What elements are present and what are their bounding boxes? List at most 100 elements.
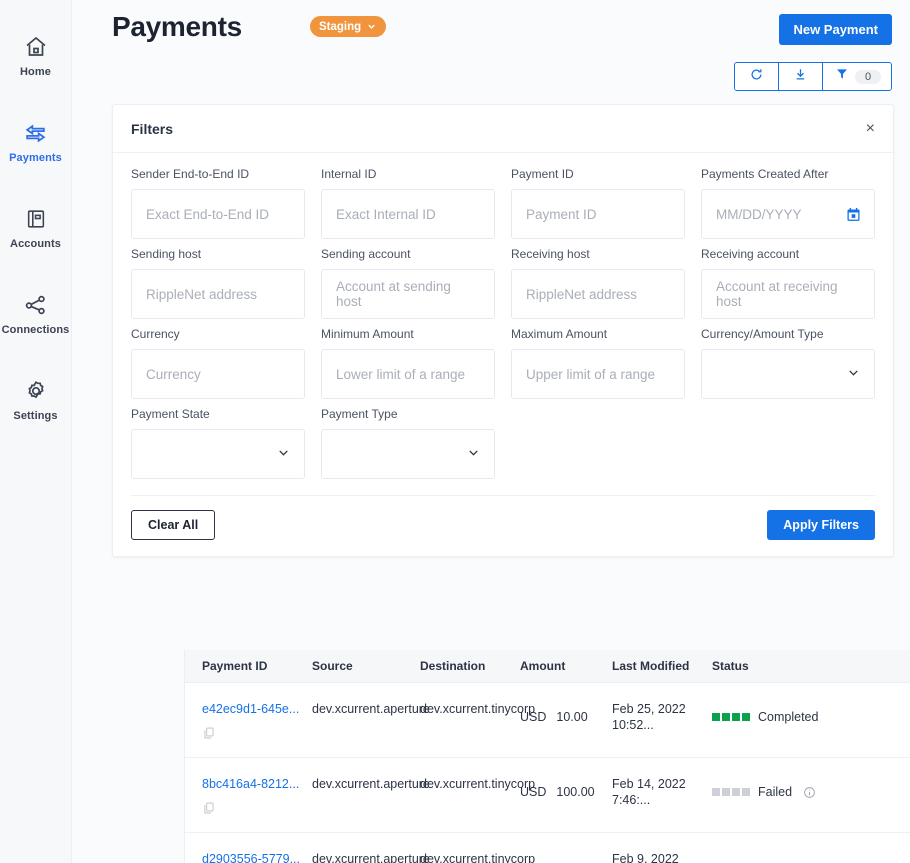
- sidebar-item-connections[interactable]: Connections: [0, 278, 72, 350]
- sending-account-input[interactable]: Account at sending host: [321, 269, 495, 319]
- payment-id-link[interactable]: 8bc416a4-8212...: [202, 777, 299, 791]
- amount-value: 100.00: [556, 785, 595, 799]
- cell-status: Failed: [712, 772, 910, 800]
- payment-type-select[interactable]: [321, 429, 495, 479]
- copy-icon[interactable]: [202, 726, 312, 744]
- internal-id-input[interactable]: Exact Internal ID: [321, 189, 495, 239]
- filter-field-payments-created-after: Payments Created After MM/DD/YYYY: [701, 167, 875, 239]
- filters-footer: Clear All Apply Filters: [131, 495, 875, 556]
- filter-field-currency: Currency Currency: [131, 327, 305, 399]
- sidebar-item-label: Home: [20, 66, 51, 78]
- field-label: Sending account: [321, 247, 411, 261]
- payments-table: Payment ID Source Destination Amount Las…: [184, 650, 910, 863]
- status-pips-icon: [712, 788, 750, 796]
- field-label: Sender End-to-End ID: [131, 167, 250, 181]
- payment-id-link[interactable]: e42ec9d1-645e...: [202, 702, 299, 716]
- sender-end-to-end-id-input[interactable]: Exact End-to-End ID: [131, 189, 305, 239]
- field-label: Payment Type: [321, 407, 398, 421]
- field-label: Payment ID: [511, 167, 574, 181]
- cell-destination: dev.xcurrent.tinycorp: [420, 777, 536, 791]
- sidebar-item-accounts[interactable]: Accounts: [0, 192, 72, 264]
- filters-grid: Sender End-to-End ID Exact End-to-End ID…: [113, 153, 893, 487]
- filter-field-payment-state: Payment State: [131, 407, 305, 479]
- payment-id-link[interactable]: d2903556-5779...: [202, 852, 300, 863]
- maximum-amount-input[interactable]: Upper limit of a range: [511, 349, 685, 399]
- filter-count-badge: 0: [855, 69, 881, 84]
- payment-id-input[interactable]: Payment ID: [511, 189, 685, 239]
- refresh-button[interactable]: [735, 63, 779, 90]
- sidebar-item-label: Connections: [1, 324, 70, 336]
- cell-last-modified: Feb 14, 2022 7:46:...: [612, 772, 712, 808]
- payment-state-select[interactable]: [131, 429, 305, 479]
- filters-panel: Filters × Sender End-to-End ID Exact End…: [112, 104, 894, 557]
- table-row[interactable]: d2903556-5779... dev.xcurrent.aperture d…: [185, 833, 910, 863]
- last-modified-time: 7:46:...: [612, 793, 651, 807]
- book-icon: [23, 206, 49, 232]
- chevron-down-icon: [276, 445, 291, 463]
- home-icon: [23, 34, 49, 60]
- last-modified-time: 10:52...: [612, 718, 654, 732]
- minimum-amount-input[interactable]: Lower limit of a range: [321, 349, 495, 399]
- table-row[interactable]: 8bc416a4-8212... dev.xcurrent.aperture d…: [185, 758, 910, 833]
- currency-amount-type-select[interactable]: [701, 349, 875, 399]
- clear-all-button[interactable]: Clear All: [131, 510, 216, 540]
- page-header: Payments Staging New Payment 0: [72, 0, 910, 98]
- sidebar-item-payments[interactable]: Payments: [0, 106, 72, 178]
- input-placeholder: Account at receiving host: [716, 279, 838, 309]
- environment-badge[interactable]: Staging: [310, 16, 387, 37]
- new-payment-button[interactable]: New Payment: [779, 14, 892, 45]
- cell-payment-id: 8bc416a4-8212...: [202, 772, 312, 819]
- filter-field-sending-account: Sending account Account at sending host: [321, 247, 495, 319]
- table-row[interactable]: e42ec9d1-645e... dev.xcurrent.aperture d…: [185, 683, 910, 758]
- field-label: Maximum Amount: [511, 327, 608, 341]
- payments-created-after-input[interactable]: MM/DD/YYYY: [701, 189, 875, 239]
- cell-destination: dev.xcurrent.tinycorp: [420, 852, 536, 863]
- input-placeholder: RippleNet address: [526, 286, 638, 302]
- column-header-source: Source: [312, 659, 353, 673]
- input-placeholder: Exact Internal ID: [336, 206, 436, 222]
- page-title: Payments: [112, 11, 242, 42]
- funnel-icon: [835, 67, 849, 86]
- calendar-icon[interactable]: [845, 206, 862, 223]
- field-label: Sending host: [131, 247, 202, 261]
- field-label: Internal ID: [321, 167, 377, 181]
- filter-field-sender-end-to-end-id: Sender End-to-End ID Exact End-to-End ID: [131, 167, 305, 239]
- currency-input[interactable]: Currency: [131, 349, 305, 399]
- receiving-host-input[interactable]: RippleNet address: [511, 269, 685, 319]
- cell-last-modified: Feb 25, 2022 10:52...: [612, 697, 712, 733]
- sidebar: Home Payments Accounts Connections Setti…: [0, 0, 72, 863]
- close-icon[interactable]: ×: [866, 120, 875, 137]
- filter-field-sending-host: Sending host RippleNet address: [131, 247, 305, 319]
- status-label: Failed: [758, 785, 793, 799]
- cell-amount: [520, 847, 612, 859]
- status-pips-icon: [712, 713, 750, 721]
- download-button[interactable]: [779, 63, 823, 90]
- copy-icon[interactable]: [202, 801, 312, 819]
- receiving-account-input[interactable]: Account at receiving host: [701, 269, 875, 319]
- sidebar-item-settings[interactable]: Settings: [0, 364, 72, 436]
- sidebar-item-label: Payments: [9, 152, 62, 164]
- last-modified-date: Feb 9, 2022: [612, 852, 679, 863]
- filter-toggle-button[interactable]: 0: [823, 63, 891, 90]
- filter-field-receiving-account: Receiving account Account at receiving h…: [701, 247, 875, 319]
- environment-badge-label: Staging: [319, 20, 362, 33]
- sending-host-input[interactable]: RippleNet address: [131, 269, 305, 319]
- filter-field-payment-id: Payment ID Payment ID: [511, 167, 685, 239]
- apply-filters-button[interactable]: Apply Filters: [767, 510, 875, 540]
- input-placeholder: Payment ID: [526, 206, 597, 222]
- column-header-last-modified: Last Modified: [612, 659, 690, 673]
- input-placeholder: Lower limit of a range: [336, 366, 466, 382]
- refresh-icon: [749, 67, 764, 87]
- cell-amount: USD 100.00: [520, 772, 612, 800]
- cell-payment-id: d2903556-5779...: [202, 847, 312, 863]
- table-header-row: Payment ID Source Destination Amount Las…: [185, 650, 910, 683]
- filters-header: Filters ×: [113, 105, 893, 153]
- grid-spacer: [511, 407, 685, 487]
- sidebar-item-home[interactable]: Home: [0, 20, 72, 92]
- cell-last-modified: Feb 9, 2022: [612, 847, 712, 863]
- field-label: Payments Created After: [701, 167, 829, 181]
- gear-icon: [23, 378, 49, 404]
- cell-status: Completed: [712, 697, 910, 725]
- info-icon[interactable]: [803, 786, 816, 799]
- input-placeholder: MM/DD/YYYY: [716, 206, 802, 222]
